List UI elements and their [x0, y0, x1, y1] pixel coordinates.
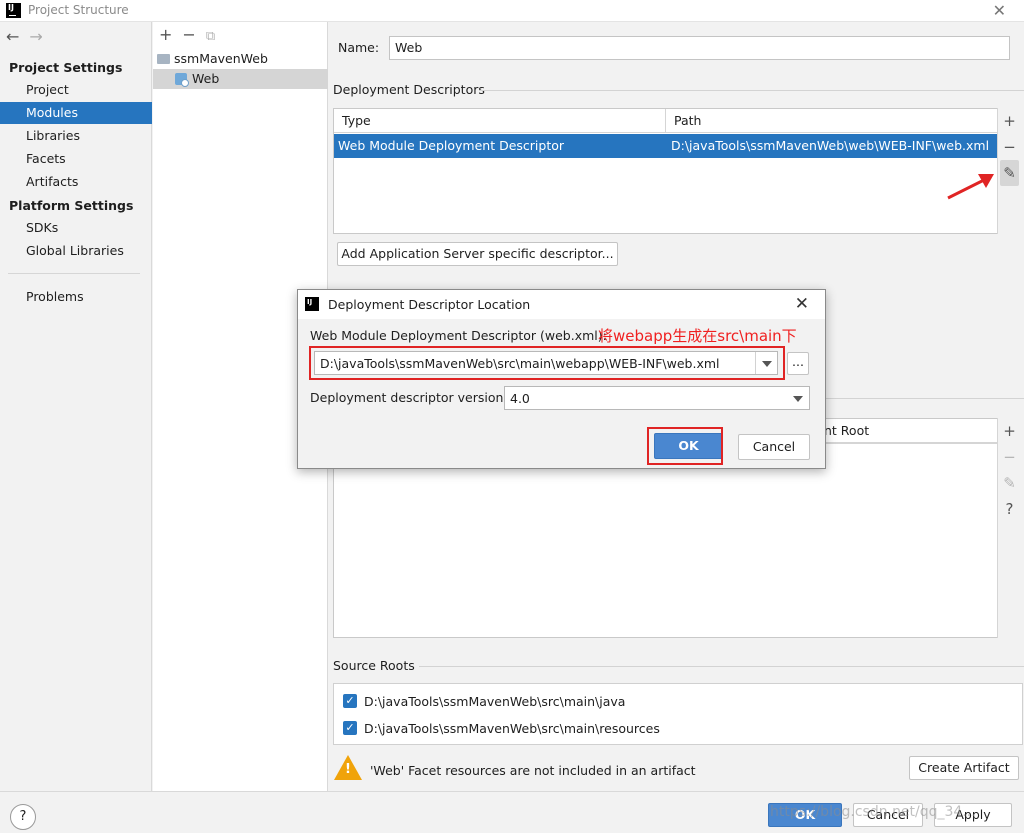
settings-sidebar: ← → Project Settings Project Modules Libr…: [0, 22, 152, 791]
deployment-descriptors-title: Deployment Descriptors: [333, 82, 485, 97]
window-title: Project Structure: [28, 3, 129, 17]
dialog-cancel-button[interactable]: Cancel: [738, 434, 810, 460]
deployment-descriptors-table: Type Path Web Module Deployment Descript…: [333, 108, 998, 234]
edit-resource-icon[interactable]: ✎: [998, 470, 1021, 496]
source-root-checkbox[interactable]: ✓: [343, 721, 357, 735]
version-label: Deployment descriptor version: [310, 390, 504, 405]
sidebar-item-project[interactable]: Project: [0, 79, 152, 101]
copy-icon[interactable]: ⧉: [206, 29, 215, 44]
descriptor-path-label: Web Module Deployment Descriptor (web.xm…: [310, 328, 607, 343]
source-roots-title: Source Roots: [333, 658, 415, 673]
intellij-logo-icon: IJ: [305, 297, 319, 311]
annotation-arrow: [947, 174, 994, 200]
help-button[interactable]: ?: [10, 804, 36, 830]
edit-pencil-icon[interactable]: ✎: [1000, 160, 1019, 186]
web-facet-icon: [175, 73, 189, 87]
help-resource-icon[interactable]: ?: [998, 496, 1021, 522]
dialog-title: Deployment Descriptor Location: [328, 297, 531, 312]
resource-side-toolbar: + − ✎ ?: [997, 418, 1021, 638]
group-divider: [419, 666, 1024, 667]
create-artifact-button[interactable]: Create Artifact: [909, 756, 1019, 780]
dialog-button-bar: ? OK Cancel Apply https://blog.csdn.net/…: [0, 791, 1024, 833]
window-titlebar: IJ Project Structure ✕: [0, 0, 1024, 22]
dialog-titlebar: IJ Deployment Descriptor Location ✕: [298, 290, 825, 319]
descriptor-side-toolbar: + − ✎: [997, 108, 1021, 234]
sidebar-item-facets[interactable]: Facets: [0, 148, 152, 170]
column-header-type[interactable]: Type: [334, 109, 666, 133]
chinese-annotation: 将webapp生成在src\main下: [598, 327, 797, 345]
window-close-icon[interactable]: ✕: [993, 1, 1006, 20]
version-combo[interactable]: 4.0: [504, 386, 810, 410]
cell-type: Web Module Deployment Descriptor: [338, 138, 565, 153]
back-arrow-icon[interactable]: ←: [6, 27, 19, 46]
dialog-close-icon[interactable]: ✕: [795, 294, 809, 314]
add-server-descriptor-button[interactable]: Add Application Server specific descript…: [337, 242, 618, 266]
sidebar-item-artifacts[interactable]: Artifacts: [0, 171, 152, 193]
tree-node-web[interactable]: Web: [153, 69, 328, 89]
warning-icon: !: [334, 755, 362, 780]
sidebar-item-global-libraries[interactable]: Global Libraries: [0, 240, 152, 262]
warning-message: 'Web' Facet resources are not included i…: [370, 763, 696, 778]
cell-path: D:\javaTools\ssmMavenWeb\web\WEB-INF\web…: [671, 138, 990, 153]
remove-resource-icon[interactable]: −: [998, 444, 1021, 470]
tree-node-ssmmavenweb[interactable]: ssmMavenWeb: [153, 49, 328, 69]
project-settings-heading: Project Settings: [9, 60, 123, 75]
module-folder-icon: [157, 54, 170, 64]
column-header-web-root[interactable]: nt Root: [814, 419, 997, 443]
annotation-highlight-ok: [647, 427, 723, 465]
add-icon[interactable]: +: [159, 25, 172, 44]
platform-settings-heading: Platform Settings: [9, 198, 134, 213]
tree-node-label: ssmMavenWeb: [174, 51, 268, 66]
source-roots-list: ✓ D:\javaTools\ssmMavenWeb\src\main\java…: [333, 683, 1023, 745]
intellij-logo-icon: IJ: [6, 3, 21, 18]
sidebar-divider: [8, 273, 140, 274]
remove-descriptor-icon[interactable]: −: [998, 134, 1021, 160]
source-root-checkbox[interactable]: ✓: [343, 694, 357, 708]
source-root-path: D:\javaTools\ssmMavenWeb\src\main\java: [364, 694, 626, 709]
tree-toolbar: + − ⧉: [159, 25, 225, 44]
remove-icon[interactable]: −: [182, 25, 195, 44]
sidebar-item-modules[interactable]: Modules: [0, 102, 152, 124]
sidebar-item-problems[interactable]: Problems: [0, 286, 152, 308]
history-nav: ← →: [6, 27, 53, 46]
column-header-path[interactable]: Path: [666, 109, 997, 133]
browse-button[interactable]: ...: [787, 352, 809, 375]
chevron-down-icon[interactable]: [787, 387, 809, 409]
annotation-highlight-path: [309, 346, 785, 380]
sidebar-item-libraries[interactable]: Libraries: [0, 125, 152, 147]
sidebar-item-sdks[interactable]: SDKs: [0, 217, 152, 239]
forward-arrow-icon[interactable]: →: [29, 27, 42, 46]
source-root-path: D:\javaTools\ssmMavenWeb\src\main\resour…: [364, 721, 660, 736]
tree-node-label: Web: [192, 71, 220, 86]
name-label: Name:: [338, 40, 380, 55]
add-descriptor-icon[interactable]: +: [998, 108, 1021, 134]
group-divider: [479, 90, 1024, 91]
watermark-text: https://blog.csdn.net/qq_34...: [770, 804, 976, 820]
version-value: 4.0: [510, 391, 530, 406]
table-row[interactable]: Web Module Deployment Descriptor D:\java…: [334, 134, 997, 158]
name-field[interactable]: Web: [389, 36, 1010, 60]
add-resource-icon[interactable]: +: [998, 418, 1021, 444]
deployment-descriptor-location-dialog: IJ Deployment Descriptor Location ✕ Web …: [297, 289, 826, 469]
